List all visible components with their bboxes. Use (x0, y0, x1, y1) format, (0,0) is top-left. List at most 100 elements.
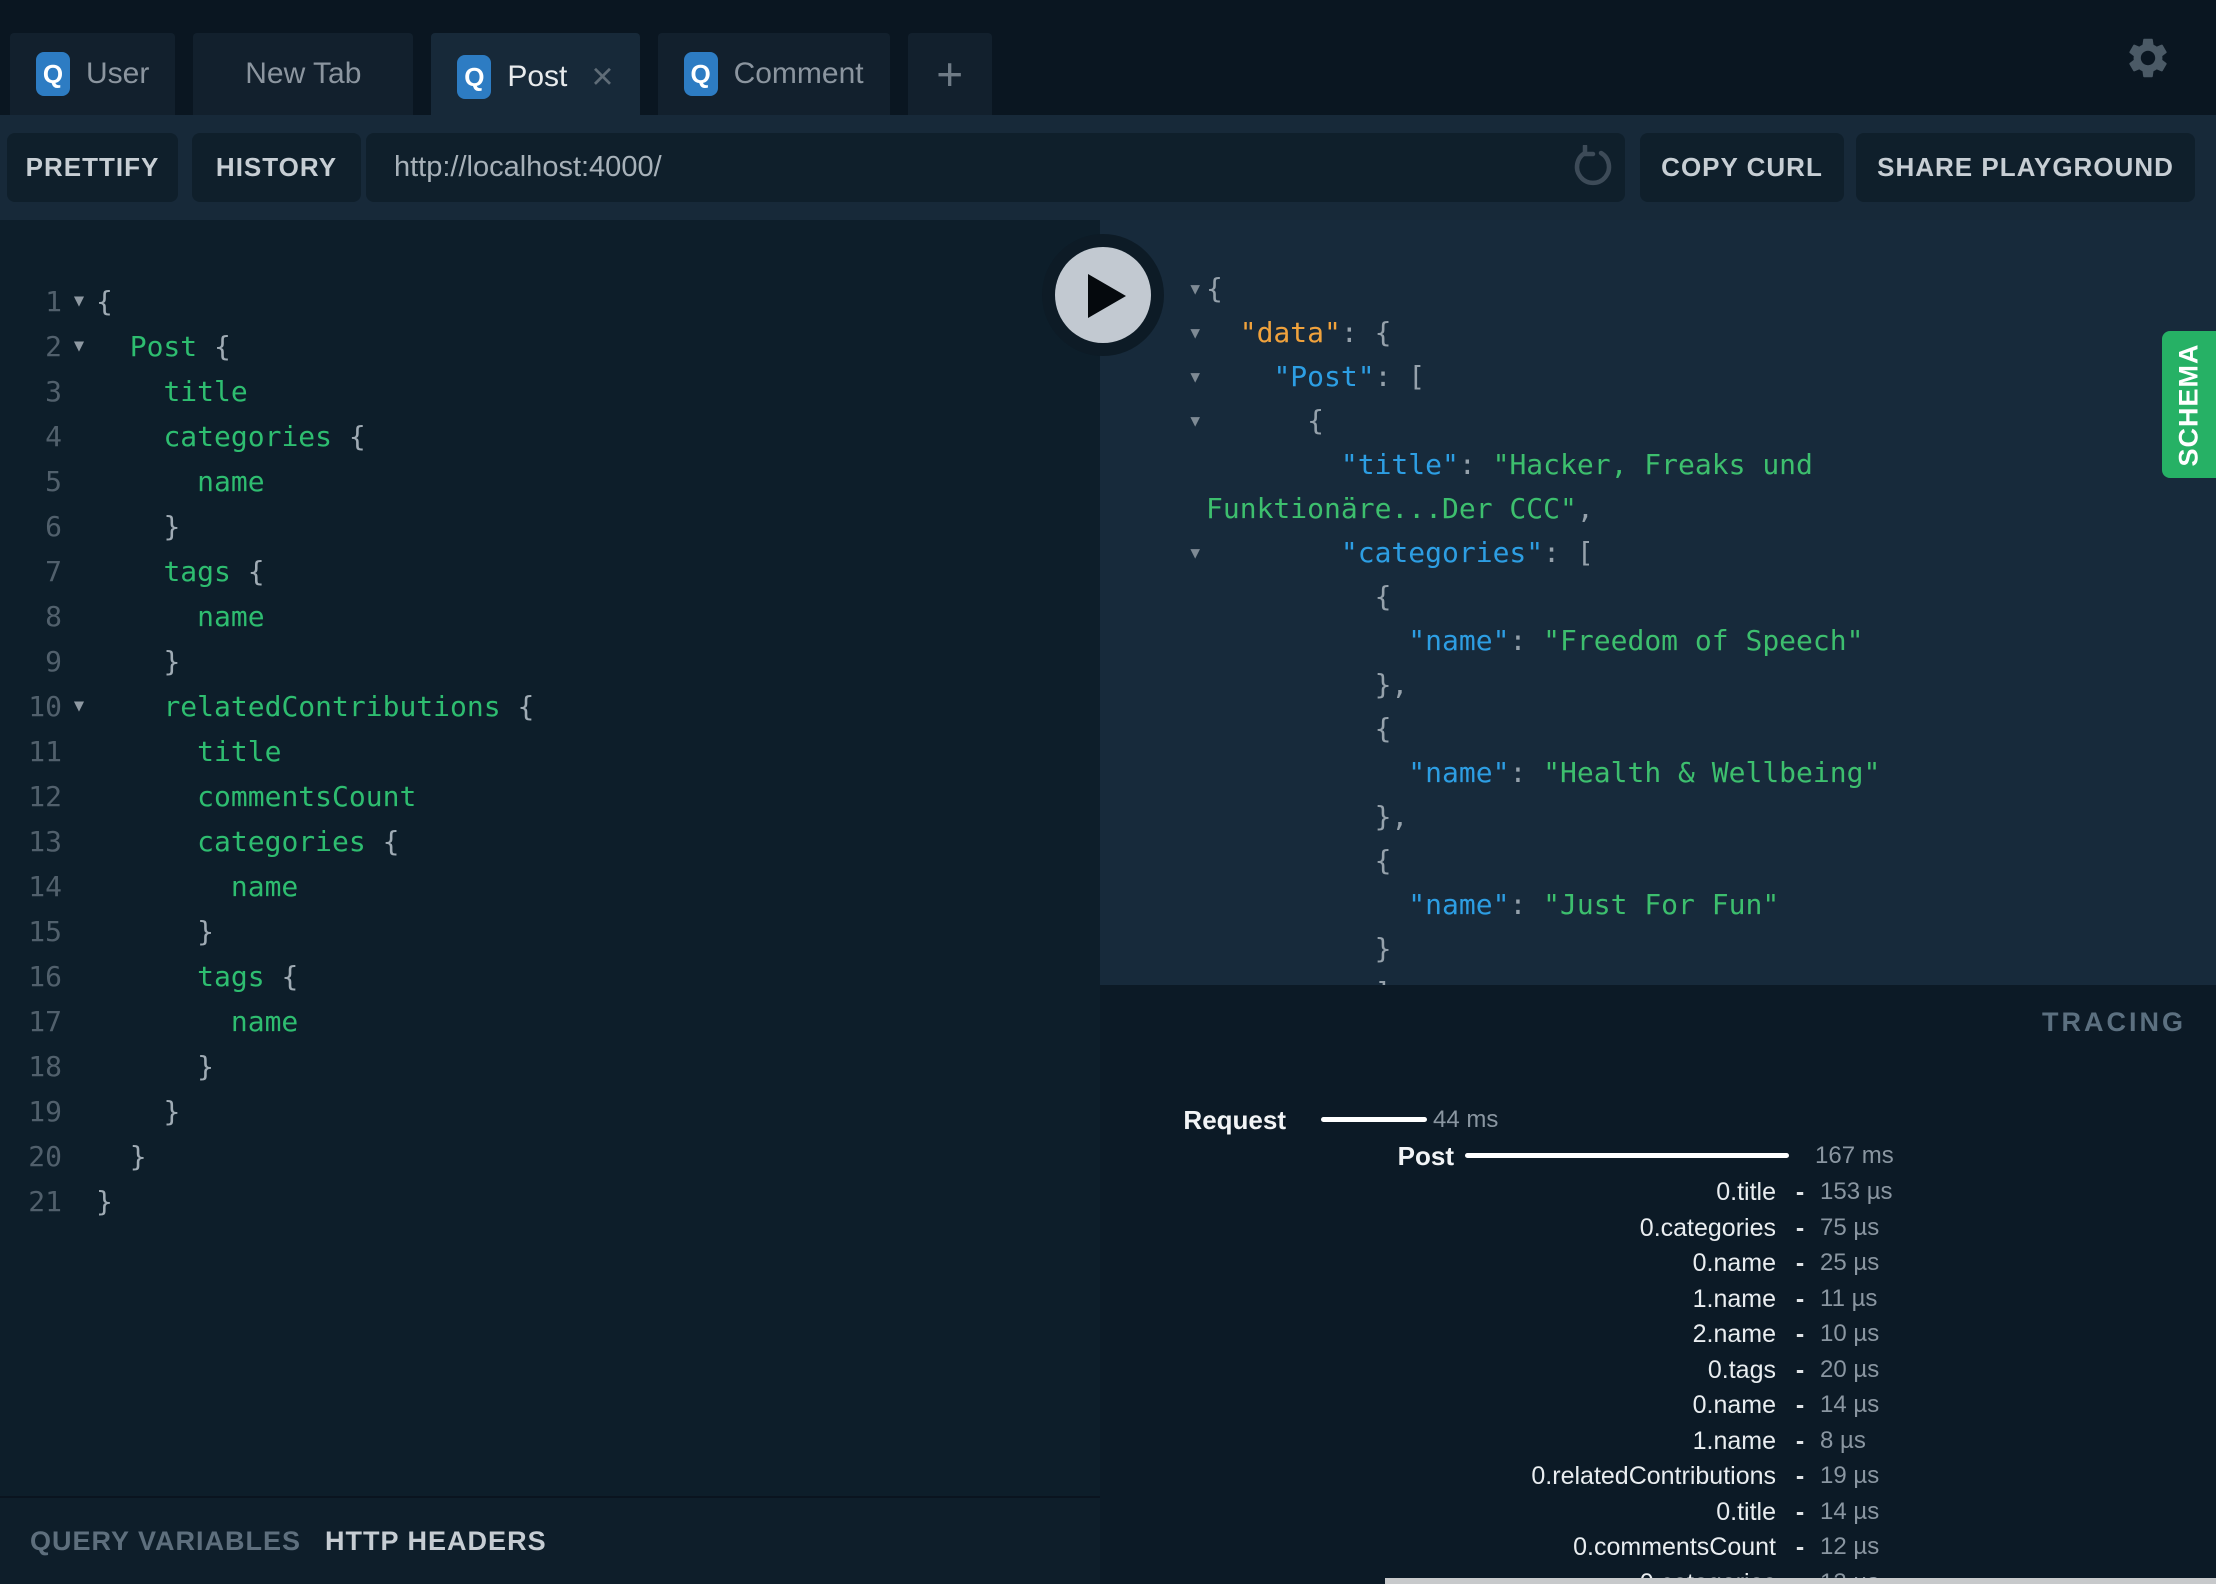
editor-line[interactable]: 19 } (0, 1089, 1100, 1134)
query-editor[interactable]: 1 ▼{2 ▼ Post {3 title 4 categories {5 name 6… (0, 220, 1100, 1496)
editor-line[interactable]: 2 ▼ Post { (0, 324, 1100, 369)
editor-line[interactable]: 7 tags { (0, 549, 1100, 594)
json-text: "name": "Health & Wellbeing" (1408, 756, 1881, 789)
tab-label: New Tab (245, 57, 362, 90)
line-number: 3 (45, 375, 62, 408)
horizontal-scrollbar[interactable] (1385, 1578, 2216, 1584)
editor-line[interactable]: 11 title (0, 729, 1100, 774)
copy-curl-button[interactable]: COPY CURL (1640, 133, 1844, 202)
json-text: } (1206, 932, 1392, 965)
fold-gutter (1100, 487, 1206, 531)
tab-post[interactable]: Q Post × (431, 33, 640, 121)
fold-gutter (62, 774, 96, 819)
fold-arrow-icon[interactable]: ▼ (62, 279, 96, 324)
line-number: 8 (45, 600, 62, 633)
fold-gutter (1100, 443, 1206, 487)
dash-separator: - (1795, 1320, 1805, 1348)
json-text: { (1206, 844, 1392, 877)
line-number: 21 (28, 1185, 62, 1218)
code-text: } (197, 915, 215, 948)
editor-line[interactable]: 9 } (0, 639, 1100, 684)
fold-arrow-icon[interactable]: ▼ (1100, 531, 1206, 575)
tab-new-tab[interactable]: New Tab (193, 33, 414, 115)
json-text: "Post": [ (1273, 360, 1426, 393)
editor-line[interactable]: 6 } (0, 504, 1100, 549)
response-line: { (1100, 707, 2216, 751)
fold-arrow-icon[interactable]: ▼ (1100, 399, 1206, 443)
refresh-schema-icon[interactable] (1571, 143, 1615, 189)
resolver-path: 1.name (1692, 1284, 1776, 1313)
fold-arrow-icon[interactable]: ▼ (1100, 355, 1206, 399)
editor-line[interactable]: 3 title (0, 369, 1100, 414)
tab-label: User (86, 57, 150, 90)
editor-line[interactable]: 17 name (0, 999, 1100, 1044)
trace-span-time: 167 ms (1815, 1142, 1894, 1169)
trace-span-bar (1321, 1117, 1427, 1122)
tracing-title: TRACING (2042, 1007, 2186, 1037)
dash-separator: - (1795, 1213, 1805, 1242)
settings-gear-icon[interactable] (2124, 34, 2172, 82)
execute-button[interactable] (1042, 234, 1164, 356)
json-text: "name": "Freedom of Speech" (1408, 624, 1864, 657)
response-line: { (1100, 839, 2216, 883)
editor-line[interactable]: 4 categories { (0, 414, 1100, 459)
fold-gutter (62, 594, 96, 639)
editor-line[interactable]: 18 } (0, 1044, 1100, 1089)
tab-user[interactable]: Q User (10, 33, 176, 115)
editor-line[interactable]: 14 name (0, 864, 1100, 909)
fold-gutter (1100, 927, 1206, 971)
json-text: { (1206, 712, 1392, 745)
line-number: 5 (45, 465, 62, 498)
response-line: }, (1100, 795, 2216, 839)
fold-gutter (1100, 707, 1206, 751)
playground-window: Q User New Tab Q Post × Q Comment + PRETTIFY HIS… (0, 0, 2216, 1584)
code-text: } (163, 1095, 181, 1128)
http-headers-tab[interactable]: HTTP HEADERS (325, 1526, 547, 1557)
fold-gutter (62, 459, 96, 504)
share-playground-button[interactable]: SHARE PLAYGROUND (1856, 133, 2195, 202)
response-line: "name": "Freedom of Speech" (1100, 619, 2216, 663)
resolver-path: 0.categories (1639, 1213, 1776, 1242)
editor-line[interactable]: 15 } (0, 909, 1100, 954)
tracing-panel: TRACING Request 44 ms Post 167 ms 0.titl… (1100, 985, 2216, 1584)
endpoint-url-input[interactable]: http://localhost:4000/ (366, 133, 1625, 202)
json-text: { (1206, 580, 1392, 613)
editor-line[interactable]: 20 } (0, 1134, 1100, 1179)
fold-gutter (62, 819, 96, 864)
editor-line[interactable]: 21} (0, 1179, 1100, 1224)
toolbar: PRETTIFY HISTORY http://localhost:4000/ … (0, 115, 2216, 220)
tab-comment[interactable]: Q Comment (657, 33, 890, 115)
dash-separator: - (1795, 1533, 1805, 1561)
schema-button[interactable]: SCHEMA (2162, 331, 2216, 478)
add-tab-button[interactable]: + (907, 33, 992, 115)
trace-resolver-row: 0.categories -75 µs (1100, 1210, 2216, 1246)
line-number: 19 (28, 1095, 62, 1128)
editor-footer: QUERY VARIABLES HTTP HEADERS (0, 1496, 1100, 1584)
fold-arrow-icon[interactable]: ▼ (62, 684, 96, 729)
editor-line[interactable]: 8 name (0, 594, 1100, 639)
code-text: } (96, 1185, 113, 1218)
history-button[interactable]: HISTORY (192, 133, 361, 202)
json-text: "name": "Just For Fun" (1408, 888, 1780, 921)
fold-arrow-icon[interactable]: ▼ (62, 324, 96, 369)
resolver-duration: 75 µs (1820, 1213, 1880, 1241)
editor-line[interactable]: 13 categories { (0, 819, 1100, 864)
editor-line[interactable]: 10 ▼ relatedContributions { (0, 684, 1100, 729)
editor-line[interactable]: 12 commentsCount (0, 774, 1100, 819)
resolver-path: 2.name (1692, 1320, 1776, 1348)
fold-gutter (1100, 619, 1206, 663)
editor-line[interactable]: 1 ▼{ (0, 279, 1100, 324)
prettify-button[interactable]: PRETTIFY (7, 133, 178, 202)
resolver-path: 0.name (1692, 1249, 1776, 1277)
json-text: }, (1206, 800, 1409, 833)
resolver-duration: 10 µs (1820, 1320, 1880, 1347)
code-text: name (197, 465, 265, 498)
response-line: "name": "Just For Fun" (1100, 883, 2216, 927)
editor-line[interactable]: 16 tags { (0, 954, 1100, 999)
trace-resolver-row: 0.name -14 µs (1100, 1387, 2216, 1423)
query-variables-tab[interactable]: QUERY VARIABLES (30, 1526, 301, 1557)
fold-gutter (62, 1179, 96, 1224)
close-tab-icon[interactable]: × (591, 58, 613, 96)
code-text: } (163, 510, 181, 543)
editor-line[interactable]: 5 name (0, 459, 1100, 504)
